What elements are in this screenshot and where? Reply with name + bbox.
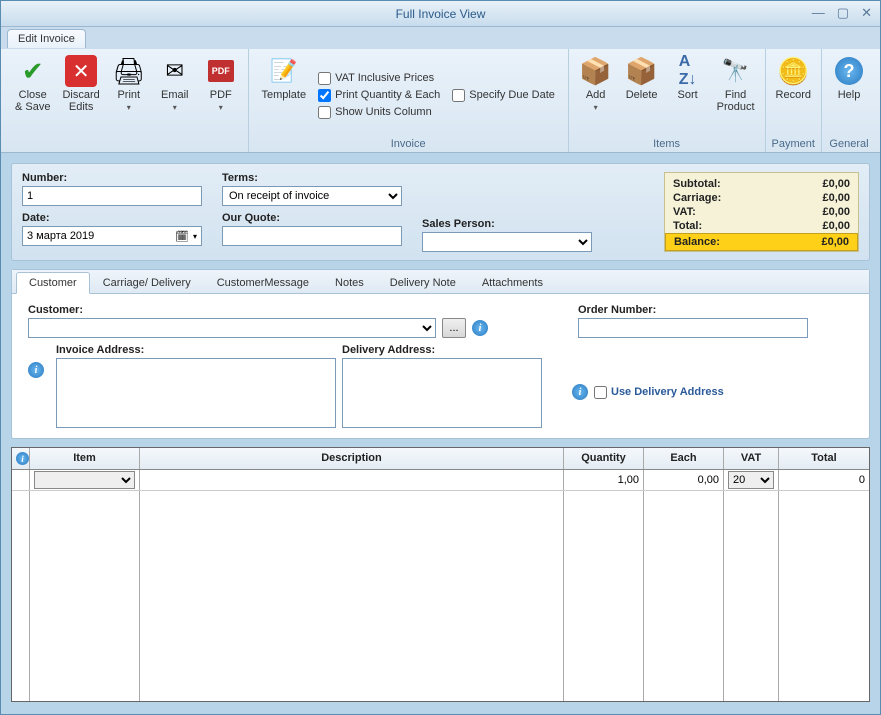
col-item[interactable]: Item: [30, 448, 140, 469]
delivery-address-text[interactable]: [342, 358, 542, 428]
template-icon: 📝: [268, 55, 300, 87]
sort-button[interactable]: AZ↓ Sort: [667, 53, 709, 137]
box-delete-icon: 📦: [626, 55, 658, 87]
pdf-button[interactable]: PDF PDF▾: [200, 53, 242, 137]
checkmark-icon: ✔: [17, 55, 49, 87]
sort-icon: AZ↓: [672, 55, 704, 87]
tab-edit-invoice[interactable]: Edit Invoice: [7, 29, 86, 48]
quantity-cell[interactable]: 1,00: [564, 470, 644, 490]
pdf-icon: PDF: [205, 55, 237, 87]
each-cell[interactable]: 0,00: [644, 470, 724, 490]
print-qty-check[interactable]: Print Quantity & Each: [318, 89, 440, 102]
print-button[interactable]: 🖨 Print▾: [108, 53, 150, 137]
window-title: Full Invoice View: [396, 7, 486, 21]
help-button[interactable]: ? Help: [828, 53, 870, 137]
col-description[interactable]: Description: [140, 448, 564, 469]
tab-attachments[interactable]: Attachments: [469, 272, 556, 293]
tab-carriage[interactable]: Carriage/ Delivery: [90, 272, 204, 293]
number-label: Number:: [22, 172, 202, 184]
tab-customer[interactable]: Customer: [16, 272, 90, 294]
customer-label: Customer:: [28, 304, 488, 316]
item-cell-select[interactable]: [34, 471, 135, 489]
help-icon: ?: [833, 55, 865, 87]
coins-icon: 🪙: [777, 55, 809, 87]
use-delivery-check[interactable]: Use Delivery Address: [594, 386, 724, 399]
vat-cell-select[interactable]: 20: [728, 471, 774, 489]
minimize-icon[interactable]: —: [812, 5, 825, 21]
line-items-grid: i Item Description Quantity Each VAT Tot…: [11, 447, 870, 702]
carriage-value: £0,00: [822, 192, 850, 204]
printer-icon: 🖨: [113, 55, 145, 87]
order-number-label: Order Number:: [578, 304, 808, 316]
binoculars-icon: 🔭: [720, 55, 752, 87]
discard-button[interactable]: ✕ Discard Edits: [58, 53, 103, 137]
browse-button[interactable]: ...: [442, 318, 466, 338]
calendar-icon: 🗓: [175, 230, 189, 243]
close-save-button[interactable]: ✔ Close & Save: [11, 53, 54, 137]
col-quantity[interactable]: Quantity: [564, 448, 644, 469]
maximize-icon[interactable]: ▢: [837, 5, 849, 21]
tab-customer-message[interactable]: CustomerMessage: [204, 272, 322, 293]
tab-notes[interactable]: Notes: [322, 272, 377, 293]
vat-inclusive-check[interactable]: VAT Inclusive Prices: [318, 72, 440, 85]
specify-due-check[interactable]: Specify Due Date: [452, 89, 555, 102]
delete-button[interactable]: 📦 Delete: [621, 53, 663, 137]
total-value: £0,00: [822, 220, 850, 232]
ribbon-tabstrip: Edit Invoice: [1, 27, 880, 49]
tab-delivery-note[interactable]: Delivery Note: [377, 272, 469, 293]
chevron-down-icon: ▾: [193, 232, 197, 241]
x-icon: ✕: [65, 55, 97, 87]
col-each[interactable]: Each: [644, 448, 724, 469]
show-units-check[interactable]: Show Units Column: [318, 106, 440, 119]
header-panel: Number: Date: 3 марта 2019 🗓 ▾ Terms: On…: [11, 163, 870, 261]
total-cell[interactable]: 0: [779, 470, 869, 490]
our-quote-input[interactable]: [222, 226, 402, 246]
titlebar: Full Invoice View — ▢ ✕: [1, 1, 880, 27]
close-icon[interactable]: ✕: [861, 5, 872, 21]
info-icon[interactable]: i: [28, 362, 44, 378]
description-cell[interactable]: [140, 470, 564, 490]
customer-select[interactable]: [28, 318, 436, 338]
add-button[interactable]: 📦 Add▾: [575, 53, 617, 137]
our-quote-label: Our Quote:: [222, 212, 402, 224]
ribbon: ✔ Close & Save ✕ Discard Edits 🖨 Print▾ …: [1, 49, 880, 153]
info-column-header: i: [12, 448, 30, 469]
terms-select[interactable]: On receipt of invoice: [222, 186, 402, 206]
subtotal-value: £0,00: [822, 178, 850, 190]
invoice-address-label: Invoice Address:: [56, 344, 336, 356]
record-button[interactable]: 🪙 Record: [772, 53, 815, 137]
template-button[interactable]: 📝 Template: [257, 53, 310, 137]
number-input[interactable]: [22, 186, 202, 206]
vat-value: £0,00: [822, 206, 850, 218]
table-row: 1,00 0,00 20 0: [12, 470, 869, 491]
envelope-icon: ✉: [159, 55, 191, 87]
box-add-icon: 📦: [580, 55, 612, 87]
date-label: Date:: [22, 212, 202, 224]
delivery-address-label: Delivery Address:: [342, 344, 542, 356]
find-product-button[interactable]: 🔭 Find Product: [713, 53, 759, 137]
email-button[interactable]: ✉ Email▾: [154, 53, 196, 137]
balance-value: £0,00: [821, 236, 849, 248]
order-number-input[interactable]: [578, 318, 808, 338]
sales-person-label: Sales Person:: [422, 218, 592, 230]
invoice-address-text[interactable]: [56, 358, 336, 428]
terms-label: Terms:: [222, 172, 402, 184]
sales-person-select[interactable]: [422, 232, 592, 252]
detail-tabs-panel: Customer Carriage/ Delivery CustomerMess…: [11, 269, 870, 439]
totals-panel: Subtotal:£0,00 Carriage:£0,00 VAT:£0,00 …: [664, 172, 859, 252]
col-vat[interactable]: VAT: [724, 448, 779, 469]
col-total[interactable]: Total: [779, 448, 869, 469]
info-icon[interactable]: i: [572, 384, 588, 400]
info-icon[interactable]: i: [472, 320, 488, 336]
date-picker[interactable]: 3 марта 2019 🗓 ▾: [22, 226, 202, 246]
